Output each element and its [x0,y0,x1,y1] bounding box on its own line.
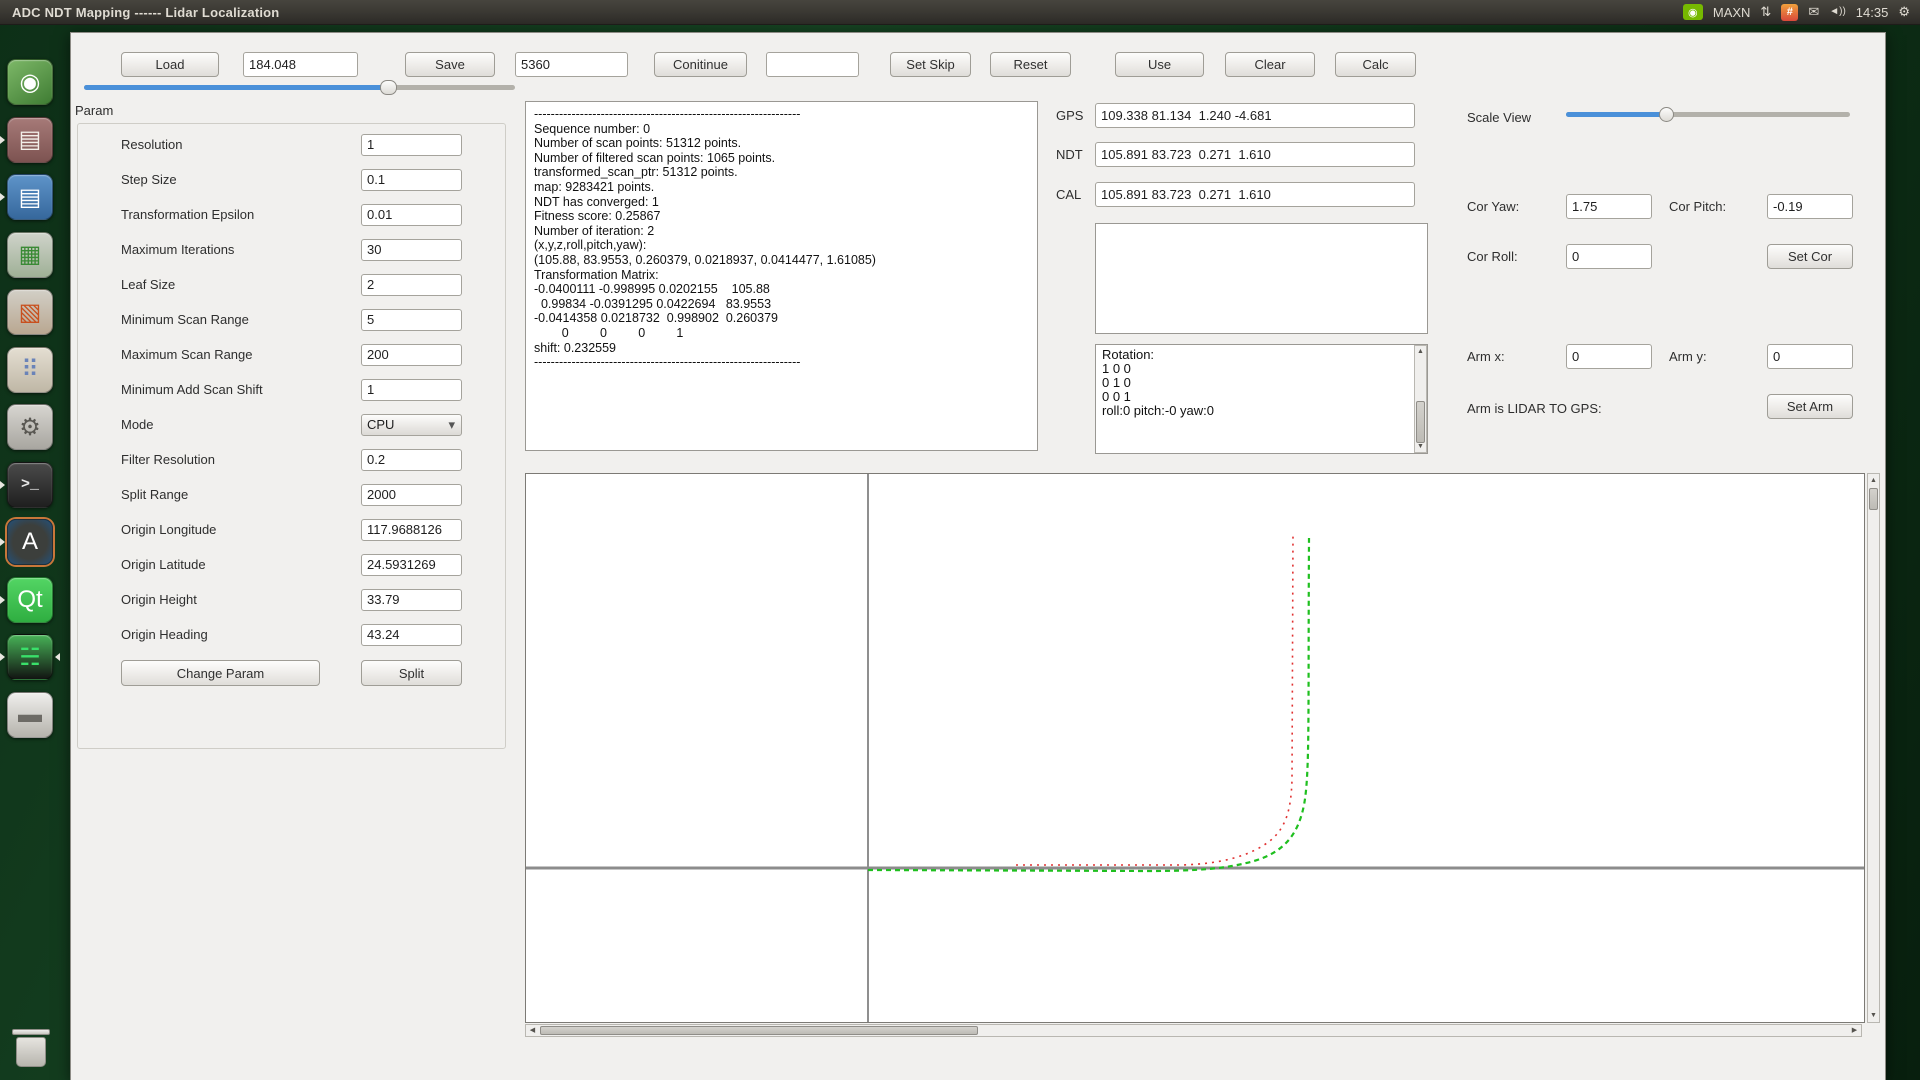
plot-horizontal-scrollbar[interactable]: ◀ ▶ [525,1024,1862,1037]
dock-item-system-settings-icon[interactable]: ⚙ [7,404,53,450]
arm-x-field[interactable]: 0 [1566,344,1652,369]
nvidia-mode-label: MAXN [1713,5,1751,20]
trajectory-plot-canvas[interactable] [525,473,1865,1023]
cor-yaw-label: Cor Yaw: [1467,199,1519,214]
trajectory-plot [526,474,1864,1022]
arm-y-label: Arm y: [1669,349,1707,364]
ndt-label: NDT [1056,147,1083,162]
rotation-output-box[interactable]: Rotation:1 0 00 1 00 0 1roll:0 pitch:-0 … [1095,344,1428,454]
clear-button[interactable]: Clear [1225,52,1315,77]
cor-yaw-field[interactable]: 1.75 [1566,194,1652,219]
gps-pose-field[interactable]: 109.338 81.134 1.240 -4.681 [1095,103,1415,128]
launcher-dock: ◉ ▤ ▤ ▦ ▧ ⠿ ⚙ >_ A Qt [0,25,64,1080]
dock-item-qt-creator-icon[interactable]: Qt [7,577,53,623]
aux-display-box [1095,223,1428,334]
mail-icon[interactable]: ✉ [1808,3,1819,21]
volume-icon[interactable]: ◄)) [1829,3,1846,21]
scroll-down-arrow[interactable]: ▼ [1868,1010,1879,1021]
session-gear-icon[interactable]: ⚙ [1898,3,1910,21]
cor-pitch-field[interactable]: -0.19 [1767,194,1853,219]
cor-pitch-label: Cor Pitch: [1669,199,1726,214]
dock-item-writer-icon[interactable]: ▤ [7,174,53,220]
set-skip-button[interactable]: Set Skip [890,52,971,77]
cal-pose-field[interactable]: 105.891 83.723 0.271 1.610 [1095,182,1415,207]
dock-item-lidar-viewer-icon[interactable]: ☵ [7,634,53,680]
window-title: ADC NDT Mapping ------ Lidar Localizatio… [12,5,279,20]
sequence-slider[interactable] [84,80,515,95]
scale-view-label: Scale View [1467,110,1531,125]
scroll-left-arrow[interactable]: ◀ [527,1025,538,1036]
nvidia-icon[interactable]: ◉ [1683,4,1703,20]
dock-item-terminal-icon[interactable]: >_ [7,462,53,508]
calc-button[interactable]: Calc [1335,52,1416,77]
scale-view-slider-knob[interactable] [1659,107,1674,122]
load-button[interactable]: Load [121,52,219,77]
dock-item-impress-icon[interactable]: ▧ [7,289,53,335]
cor-roll-label: Cor Roll: [1467,249,1518,264]
split-button[interactable]: Split [361,660,462,686]
arm-y-field[interactable]: 0 [1767,344,1853,369]
gps-trajectory-path [1016,534,1293,865]
save-index-field[interactable]: 5360 [515,52,628,77]
use-button[interactable]: Use [1115,52,1204,77]
ndt-trajectory-path [868,538,1309,871]
dock-item-files-icon[interactable]: ▤ [7,117,53,163]
save-button[interactable]: Save [405,52,495,77]
plot-vertical-scrollbar[interactable]: ▲ ▼ [1867,473,1880,1023]
continue-button[interactable]: Conitinue [654,52,747,77]
sequence-slider-knob[interactable] [380,80,397,95]
reset-button[interactable]: Reset [990,52,1071,77]
rotation-scrollbar[interactable]: ▲ ▼ [1414,345,1427,453]
arm-note-label: Arm is LIDAR TO GPS: [1467,401,1602,416]
input-method-icon[interactable]: # [1781,4,1798,21]
scroll-right-arrow[interactable]: ▶ [1849,1025,1860,1036]
set-cor-button[interactable]: Set Cor [1767,244,1853,269]
continue-field[interactable] [766,52,859,77]
set-arm-button[interactable]: Set Arm [1767,394,1853,419]
param-section-title: Param [75,103,113,118]
cal-label: CAL [1056,187,1081,202]
gps-label: GPS [1056,108,1083,123]
load-index-field[interactable]: 184.048 [243,52,358,77]
change-param-button[interactable]: Change Param [121,660,320,686]
dock-item-disk-icon[interactable]: ▬ [7,692,53,738]
dock-item-calc-icon[interactable]: ▦ [7,232,53,278]
top-panel: ADC NDT Mapping ------ Lidar Localizatio… [0,0,1920,25]
dock-item-autoware-icon[interactable]: A [7,519,53,565]
network-updown-icon[interactable]: ⇅ [1760,3,1771,21]
ndt-log-output[interactable]: ----------------------------------------… [525,101,1038,451]
dock-item-software-center-icon[interactable]: ⠿ [7,347,53,393]
ndt-pose-field[interactable]: 105.891 83.723 0.271 1.610 [1095,142,1415,167]
clock[interactable]: 14:35 [1856,5,1889,20]
scale-view-slider[interactable] [1566,107,1850,122]
scroll-up-arrow[interactable]: ▲ [1868,475,1879,486]
app-window: Load 184.048 Save 5360 Conitinue Set Ski… [70,32,1886,1080]
arm-x-label: Arm x: [1467,349,1505,364]
cor-roll-field[interactable]: 0 [1566,244,1652,269]
param-groupbox: Resolution 1 Step Size 0.1 Transformatio… [77,123,506,749]
dock-item-ubuntu-dash-icon[interactable]: ◉ [7,59,53,105]
